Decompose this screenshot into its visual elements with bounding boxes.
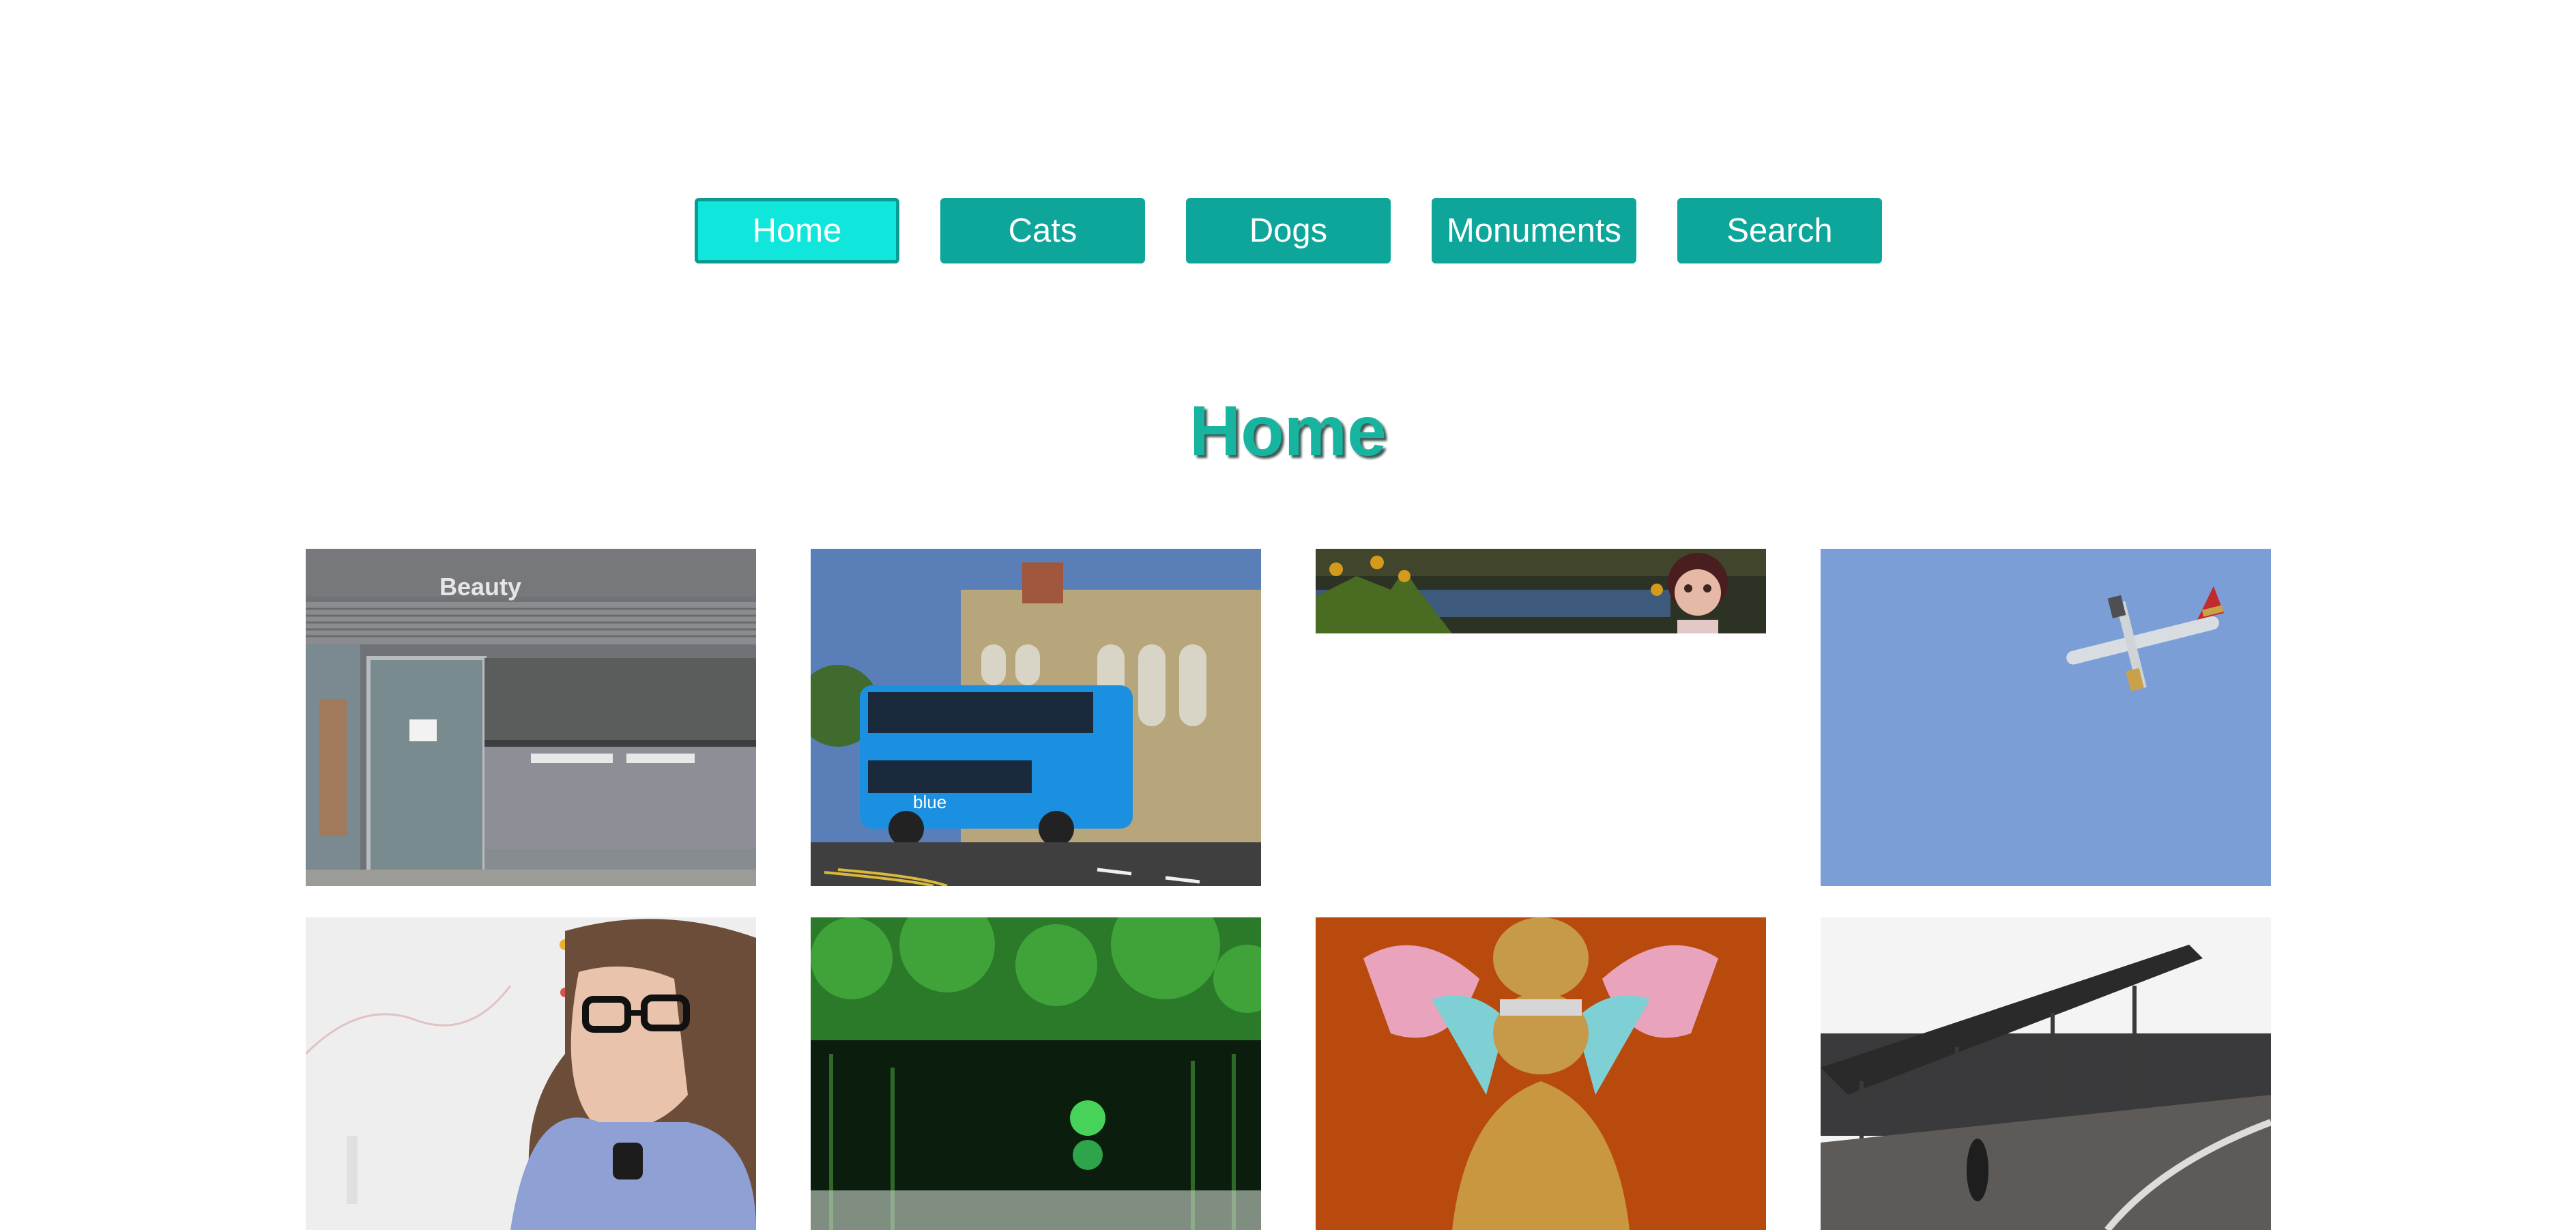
gallery-image-walkway[interactable]: [1821, 917, 2271, 1230]
page-title: Home: [1189, 392, 1387, 471]
bus-photo: blue: [811, 549, 1261, 886]
nav-home-button[interactable]: Home: [695, 198, 899, 263]
nav-cats-button[interactable]: Cats: [940, 198, 1145, 263]
gallery-image-storefront[interactable]: Beauty: [306, 549, 756, 886]
walkway-photo: [1821, 917, 2271, 1230]
river-girl-photo: [1316, 549, 1766, 633]
forest-pond-photo: [811, 917, 1261, 1230]
nav-monuments-button[interactable]: Monuments: [1432, 198, 1636, 263]
gallery-image-symmetric-figure[interactable]: [1316, 917, 1766, 1230]
storefront-photo: Beauty: [306, 549, 756, 886]
gallery-image-woman-glasses[interactable]: [306, 917, 756, 1230]
woman-glasses-photo: [306, 917, 756, 1230]
gallery-image-blue-bus[interactable]: blue: [811, 549, 1261, 886]
symmetric-figure-photo: [1316, 917, 1766, 1230]
gallery-image-airplane[interactable]: [1821, 549, 2271, 886]
gallery-image-river-girl[interactable]: [1316, 549, 1766, 633]
airplane-photo: [1821, 549, 2271, 886]
bus-brand-text: blue: [913, 792, 946, 812]
nav-search-button[interactable]: Search: [1677, 198, 1882, 263]
main-nav: Home Cats Dogs Monuments Search: [695, 198, 1882, 263]
nav-dogs-button[interactable]: Dogs: [1186, 198, 1391, 263]
storefront-sign-text: Beauty: [439, 573, 521, 601]
gallery-image-forest-pond[interactable]: [811, 917, 1261, 1230]
